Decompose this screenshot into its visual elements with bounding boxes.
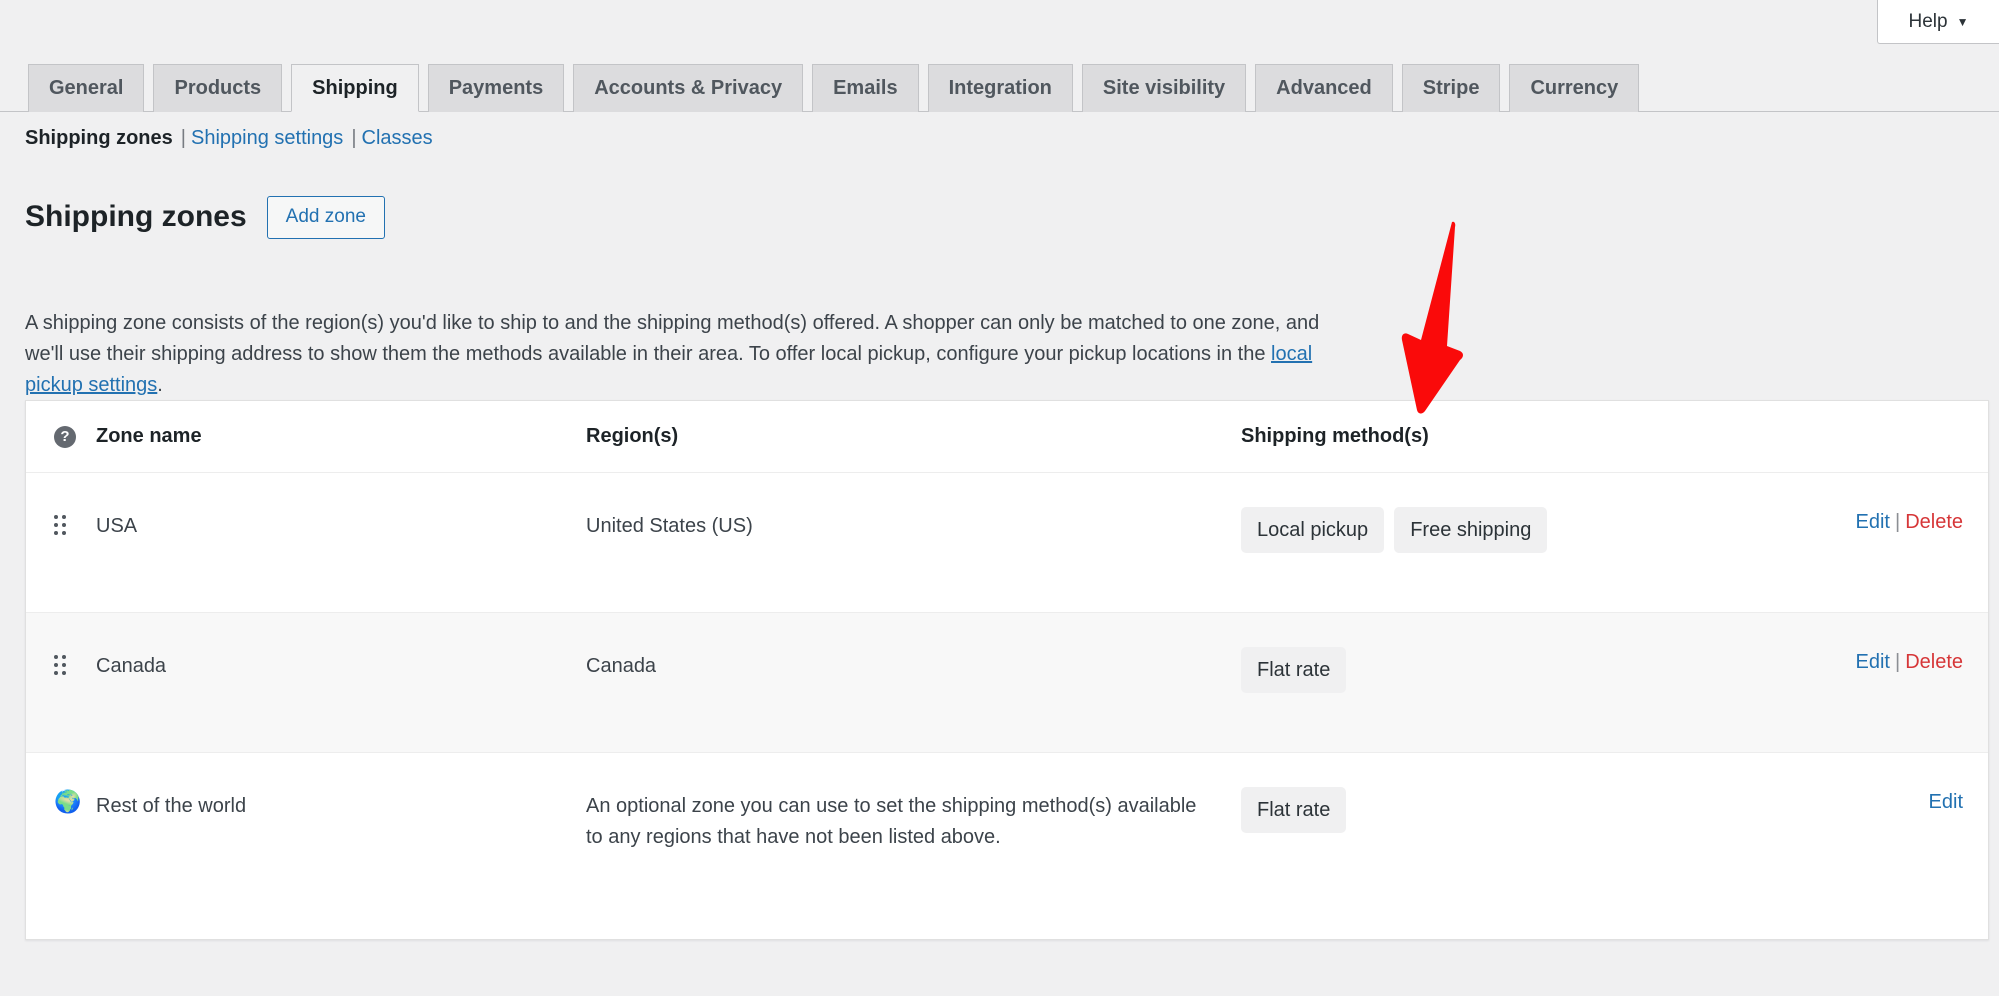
actions-separator: | (1895, 651, 1900, 673)
zone-name: USA (96, 507, 586, 542)
settings-tabs: GeneralProductsShippingPaymentsAccounts … (28, 58, 1999, 111)
drag-handle-dot (62, 671, 66, 675)
drag-handle-dot (62, 655, 66, 659)
edit-zone-link[interactable]: Edit (1856, 651, 1890, 673)
drag-handle-icon[interactable] (54, 515, 66, 535)
shipping-method-chip-list: Flat rate (1241, 787, 1788, 833)
description-text-part-1: A shipping zone consists of the region(s… (25, 312, 1319, 365)
tab-stripe[interactable]: Stripe (1402, 64, 1501, 112)
drag-handle-dot (54, 523, 58, 527)
table-row: USAUnited States (US)Local pickupFree sh… (26, 473, 1988, 613)
drag-handle-dot (54, 663, 58, 667)
subnav-item-shipping-settings[interactable]: Shipping settings (191, 127, 343, 150)
tab-general[interactable]: General (28, 64, 144, 112)
zone-actions: Edit (1788, 787, 1963, 814)
subnav-item-shipping-zones[interactable]: Shipping zones (25, 127, 173, 150)
table-header-help-cell: ? (26, 426, 96, 448)
zone-shipping-methods: Local pickupFree shipping (1241, 507, 1788, 553)
zone-name: Rest of the world (96, 787, 586, 822)
zone-regions: An optional zone you can use to set the … (586, 787, 1241, 853)
drag-handle-dot (54, 531, 58, 535)
page-description: A shipping zone consists of the region(s… (25, 308, 1325, 401)
shipping-method-chip-list: Flat rate (1241, 647, 1788, 693)
description-text-part-2: . (157, 374, 163, 396)
zone-actions: Edit|Delete (1788, 507, 1963, 534)
zone-actions: Edit|Delete (1788, 647, 1963, 674)
edit-zone-link[interactable]: Edit (1856, 511, 1890, 533)
tab-integration[interactable]: Integration (928, 64, 1073, 112)
column-header-regions: Region(s) (586, 425, 1241, 448)
zone-shipping-methods: Flat rate (1241, 787, 1788, 833)
zone-handle-cell (26, 507, 96, 535)
chevron-down-icon: ▼ (1957, 16, 1969, 28)
shipping-method-chip-list: Local pickupFree shipping (1241, 507, 1788, 553)
tab-advanced[interactable]: Advanced (1255, 64, 1393, 112)
drag-handle-dot (62, 531, 66, 535)
help-button[interactable]: Help ▼ (1877, 0, 1999, 44)
help-circle-icon[interactable]: ? (54, 426, 76, 448)
zone-name: Canada (96, 647, 586, 682)
delete-zone-link[interactable]: Delete (1905, 511, 1963, 533)
red-arrow-icon (1398, 218, 1468, 418)
zone-actions-cell: Edit|Delete (1788, 507, 1988, 534)
tab-shipping[interactable]: Shipping (291, 64, 419, 112)
subnav: Shipping zones | Shipping settings | Cla… (25, 127, 433, 150)
page-title: Shipping zones (25, 199, 247, 235)
shipping-method-chip[interactable]: Flat rate (1241, 787, 1346, 833)
shipping-method-chip[interactable]: Flat rate (1241, 647, 1346, 693)
zone-shipping-methods: Flat rate (1241, 647, 1788, 693)
subnav-item-classes[interactable]: Classes (362, 127, 433, 150)
zone-regions: United States (US) (586, 507, 1241, 542)
column-header-shipping-methods: Shipping method(s) (1241, 425, 1788, 448)
shipping-method-chip[interactable]: Free shipping (1394, 507, 1547, 553)
help-bar: Help ▼ (1877, 0, 1999, 44)
tab-accounts-privacy[interactable]: Accounts & Privacy (573, 64, 803, 112)
table-row: 🌍Rest of the worldAn optional zone you c… (26, 753, 1988, 939)
table-row: CanadaCanadaFlat rateEdit|Delete (26, 613, 1988, 753)
actions-separator: | (1895, 511, 1900, 533)
page-title-row: Shipping zones Add zone (25, 196, 385, 239)
drag-handle-dot (62, 523, 66, 527)
drag-handle-dot (54, 655, 58, 659)
tab-emails[interactable]: Emails (812, 64, 918, 112)
zone-actions-cell: Edit|Delete (1788, 647, 1988, 674)
shipping-method-chip[interactable]: Local pickup (1241, 507, 1384, 553)
table-header-row: ? Zone name Region(s) Shipping method(s) (26, 401, 1988, 473)
add-zone-button[interactable]: Add zone (267, 196, 385, 239)
annotation-red-arrow (1398, 218, 1468, 418)
tab-currency[interactable]: Currency (1509, 64, 1639, 112)
drag-handle-dot (62, 515, 66, 519)
zone-regions: Canada (586, 647, 1241, 682)
subnav-separator-2: | (351, 127, 356, 150)
delete-zone-link[interactable]: Delete (1905, 651, 1963, 673)
drag-handle-dot (62, 663, 66, 667)
drag-handle-dot (54, 515, 58, 519)
edit-zone-link[interactable]: Edit (1929, 791, 1963, 813)
shipping-zones-table: ? Zone name Region(s) Shipping method(s)… (25, 400, 1989, 940)
help-button-label: Help (1909, 11, 1948, 33)
zone-actions-cell: Edit (1788, 787, 1988, 814)
globe-icon: 🌍 (54, 791, 96, 813)
zone-handle-cell (26, 647, 96, 675)
tab-site-visibility[interactable]: Site visibility (1082, 64, 1246, 112)
column-header-zone-name: Zone name (96, 425, 586, 448)
tab-payments[interactable]: Payments (428, 64, 565, 112)
zone-handle-cell: 🌍 (26, 787, 96, 813)
settings-tabs-bar: GeneralProductsShippingPaymentsAccounts … (0, 58, 1999, 112)
drag-handle-dot (54, 671, 58, 675)
drag-handle-icon[interactable] (54, 655, 66, 675)
tab-products[interactable]: Products (153, 64, 282, 112)
subnav-separator-1: | (181, 127, 186, 150)
